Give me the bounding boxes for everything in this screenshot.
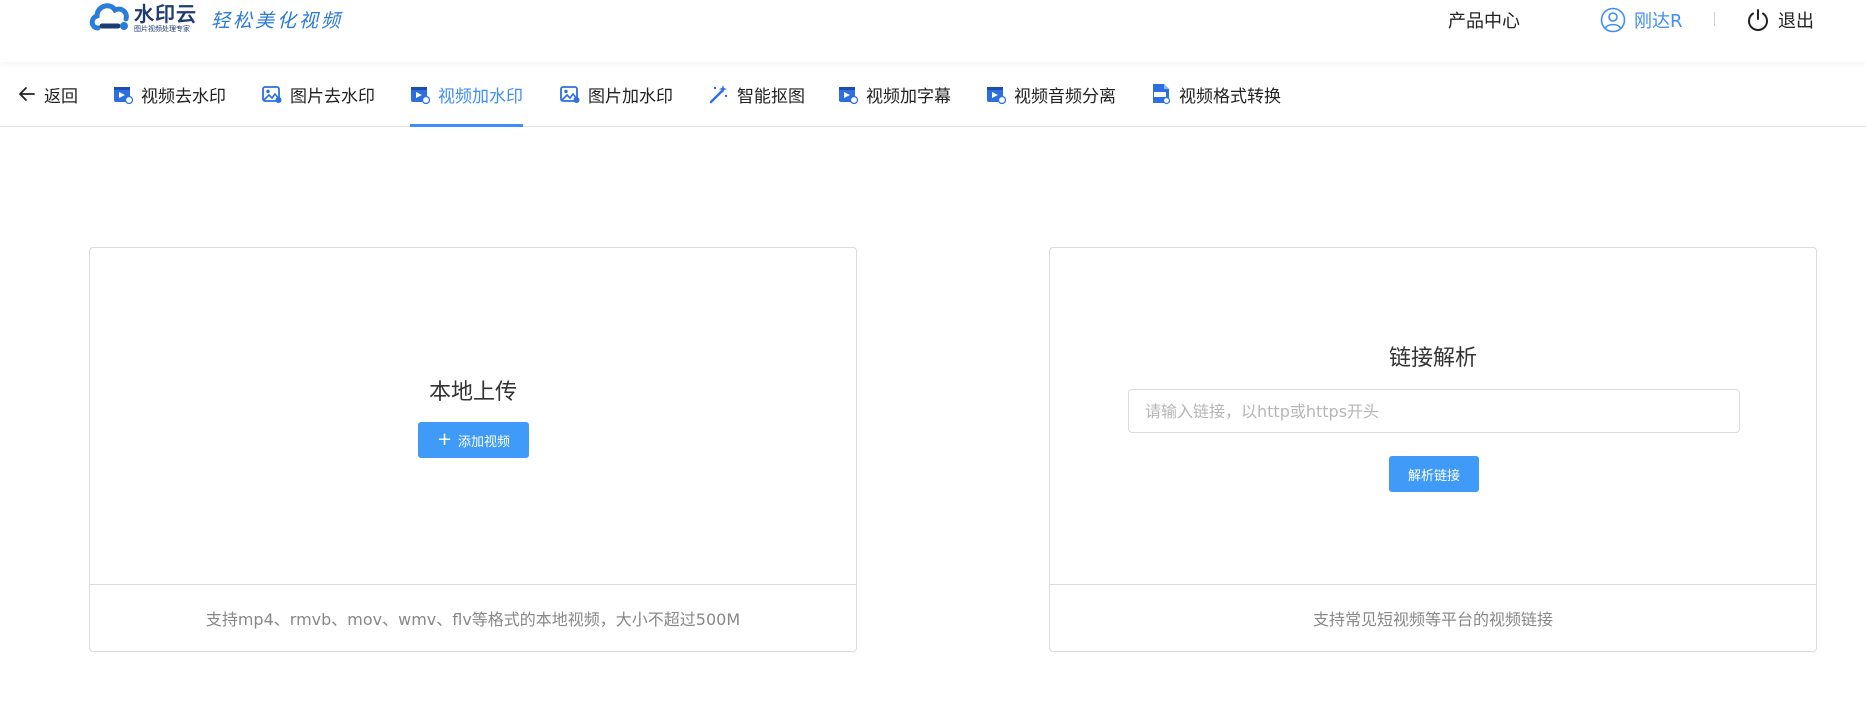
tab-label: 图片加水印 xyxy=(588,86,673,107)
local-upload-body[interactable]: 本地上传 + 添加视频 xyxy=(90,248,856,585)
product-center-link[interactable]: 产品中心 xyxy=(1448,0,1520,40)
link-input[interactable] xyxy=(1128,389,1740,433)
logo-name: 水印云 xyxy=(134,2,197,26)
logo[interactable]: 水印云 图片视频处理专家 轻松美化视频 xyxy=(88,0,343,40)
tab-label: 图片去水印 xyxy=(290,86,375,107)
link-parse-hint: 支持常见短视频等平台的视频链接 xyxy=(1050,584,1816,651)
video-icon xyxy=(411,87,430,104)
tab-video-add-subtitle[interactable]: 视频加字幕 xyxy=(838,62,951,126)
product-center-label: 产品中心 xyxy=(1448,11,1520,32)
logo-slogan: 轻松美化视频 xyxy=(211,10,344,32)
image-icon xyxy=(262,86,282,103)
tab-label: 视频格式转换 xyxy=(1179,86,1281,107)
tab-label: 视频加水印 xyxy=(438,86,523,107)
add-video-label: 添加视频 xyxy=(458,434,511,450)
user-menu[interactable]: 刚达R xyxy=(1600,0,1683,40)
image-icon xyxy=(560,86,580,103)
tab-label: 视频音频分离 xyxy=(1014,86,1116,107)
tab-image-add-watermark[interactable]: 图片加水印 xyxy=(560,62,673,126)
tab-image-remove-watermark[interactable]: 图片去水印 xyxy=(262,62,375,126)
video-icon xyxy=(114,87,133,104)
tab-label: 返回 xyxy=(44,86,78,107)
link-parse-body: 链接解析 解析链接 xyxy=(1050,248,1816,585)
tool-tabs: 返回 视频去水印 图片去水印 视频加水印 图片加水印 智能抠图 视频加字幕 视频… xyxy=(0,62,1866,127)
add-video-button[interactable]: + 添加视频 xyxy=(418,422,529,458)
cloud-logo-icon xyxy=(89,3,129,31)
user-avatar-icon xyxy=(1600,7,1626,33)
header-divider xyxy=(1714,12,1715,26)
tab-video-remove-watermark[interactable]: 视频去水印 xyxy=(113,62,226,126)
logo-tagline: 图片视频处理专家 xyxy=(134,25,190,33)
plus-icon: + xyxy=(436,429,453,450)
tab-video-add-watermark[interactable]: 视频加水印 xyxy=(410,62,523,127)
back-button[interactable]: 返回 xyxy=(18,62,78,126)
link-parse-title: 链接解析 xyxy=(1388,346,1477,371)
tab-label: 视频加字幕 xyxy=(866,86,951,107)
video-icon xyxy=(987,87,1006,104)
local-upload-hint: 支持mp4、rmvb、mov、wmv、flv等格式的本地视频，大小不超过500M xyxy=(90,584,856,651)
arrow-left-icon xyxy=(19,87,35,101)
link-parse-card: 链接解析 解析链接 支持常见短视频等平台的视频链接 xyxy=(1049,247,1817,652)
mp4-file-icon xyxy=(1153,84,1171,105)
tab-label: 视频去水印 xyxy=(141,86,226,107)
tab-video-format-convert[interactable]: 视频格式转换 xyxy=(1151,62,1281,126)
power-icon xyxy=(1748,9,1768,31)
tab-smart-cutout[interactable]: 智能抠图 xyxy=(709,62,805,126)
local-upload-card: 本地上传 + 添加视频 支持mp4、rmvb、mov、wmv、flv等格式的本地… xyxy=(89,247,857,652)
parse-link-label: 解析链接 xyxy=(1407,468,1460,484)
parse-link-button[interactable]: 解析链接 xyxy=(1389,456,1479,492)
tab-video-audio-split[interactable]: 视频音频分离 xyxy=(986,62,1116,126)
user-name: 刚达R xyxy=(1634,11,1683,32)
logout-button[interactable]: 退出 xyxy=(1746,0,1814,40)
logout-label: 退出 xyxy=(1778,11,1814,32)
video-icon xyxy=(839,87,858,104)
magic-wand-icon xyxy=(709,85,728,104)
top-header: 水印云 图片视频处理专家 轻松美化视频 产品中心 刚达R 退出 xyxy=(0,0,1866,62)
tab-label: 智能抠图 xyxy=(737,86,805,107)
local-upload-title: 本地上传 xyxy=(428,380,517,405)
